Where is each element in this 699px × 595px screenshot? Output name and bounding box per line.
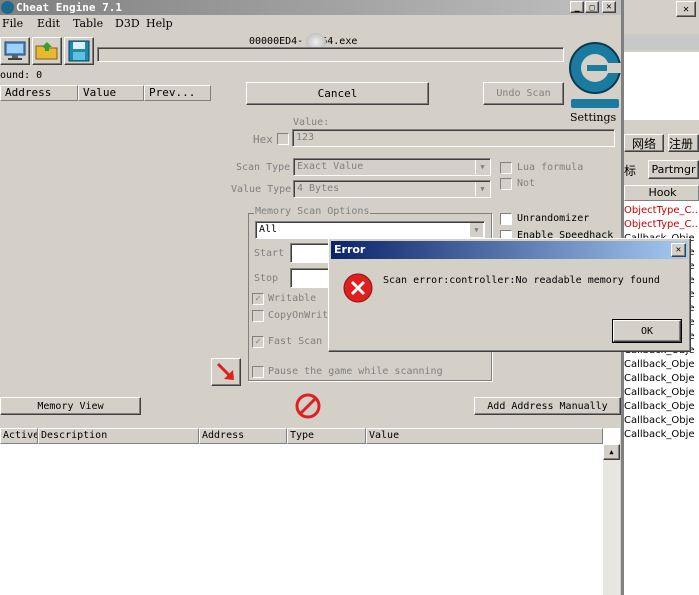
open-process-button[interactable] [0, 37, 30, 65]
col-address-bottom[interactable]: Address [199, 428, 287, 444]
unrandomizer-label: Unrandomizer [517, 213, 590, 224]
menu-bar: File Edit Table D3D Help [0, 16, 620, 32]
minimize-button[interactable]: ▁ [570, 1, 584, 13]
title-bar: Cheat Engine 7.1 ▁ □ ✕ [0, 0, 624, 15]
save-button[interactable] [64, 37, 94, 65]
col-hook[interactable]: Hook [624, 185, 699, 201]
col-previous[interactable]: Prev... [144, 85, 211, 101]
hook-row[interactable]: Callback_Obje [624, 373, 695, 387]
hex-label: Hex [253, 133, 273, 146]
bg-toolbar-strip [624, 34, 699, 50]
writable-checkbox[interactable]: ✓ [252, 293, 264, 305]
maximize-button[interactable]: □ [585, 1, 599, 13]
value-type-label: Value Type [231, 184, 292, 195]
writable-label: Writable [268, 293, 317, 304]
app-icon [1, 1, 14, 14]
col-type[interactable]: Type [287, 428, 366, 444]
menu-file[interactable]: File [2, 17, 23, 30]
error-dialog: Error ✕ Scan error:controller:No readabl… [328, 238, 691, 352]
lua-formula-label: Lua formula [517, 162, 584, 173]
copyonwrite-checkbox[interactable] [252, 310, 264, 322]
computer-icon [4, 41, 26, 60]
tab-registry[interactable]: 注册 [668, 134, 699, 152]
hook-row[interactable]: Callback_Obje [624, 387, 695, 401]
chevron-down-icon: ▼ [469, 223, 483, 237]
red-arrow-icon [216, 362, 234, 380]
value-input[interactable]: 123 [292, 129, 615, 147]
value-input-text: 123 [296, 132, 315, 143]
stop-icon[interactable] [294, 392, 322, 420]
fast-scan-checkbox[interactable]: ✓ [252, 336, 264, 348]
scroll-up-button[interactable]: ▲ [603, 444, 620, 460]
bg-close-button[interactable]: ✕ [676, 1, 696, 17]
value-type-value: 4 Bytes [297, 183, 340, 194]
col-value[interactable]: Value [78, 85, 144, 101]
copyonwrite-label: CopyOnWrit [268, 310, 329, 321]
start-label: Start [254, 248, 285, 259]
error-dialog-titlebar: Error ✕ [331, 241, 688, 259]
error-dialog-title: Error [334, 243, 366, 256]
menu-table[interactable]: Table [73, 17, 103, 30]
memory-view-button[interactable]: Memory View [0, 397, 141, 415]
cheat-table-list[interactable]: Active Description Address Type Value ▲ [0, 428, 620, 595]
col-address[interactable]: Address [0, 85, 78, 101]
floppy-disk-icon [68, 40, 90, 62]
memory-scan-options-label: Memory Scan Options [254, 206, 371, 217]
chevron-down-icon: ▼ [475, 160, 489, 174]
memory-region-value: All [259, 224, 278, 235]
not-checkbox[interactable] [500, 178, 512, 190]
add-address-manually-button[interactable]: Add Address Manually [474, 397, 621, 415]
scan-results-list[interactable]: Address Value Prev... [0, 85, 211, 386]
add-to-list-button[interactable] [211, 358, 241, 386]
window-title: Cheat Engine 7.1 [16, 1, 122, 14]
hex-checkbox[interactable] [277, 133, 289, 145]
scan-type-select[interactable]: Exact Value ▼ [293, 158, 491, 176]
value-label: Value: [293, 117, 330, 128]
open-file-button[interactable] [32, 37, 62, 65]
memory-region-select[interactable]: All ▼ [255, 221, 485, 239]
found-count: ound: 0 [0, 70, 43, 81]
cheat-engine-logo[interactable] [567, 33, 623, 111]
unrandomizer-checkbox[interactable] [500, 213, 512, 225]
chevron-down-icon: ▼ [475, 182, 489, 196]
cancel-button[interactable]: Cancel [246, 82, 429, 105]
tab-network[interactable]: 网络 [624, 134, 664, 152]
ok-button[interactable]: OK [612, 319, 682, 343]
cheat-engine-logo-icon [569, 42, 621, 108]
tab-partmgr[interactable]: Partmgr [648, 160, 699, 179]
hook-row[interactable]: ObjectType_C... [624, 219, 699, 233]
col-description[interactable]: Description [38, 428, 199, 444]
scan-type-label: Scan Type [236, 162, 291, 173]
process-name: 00000ED4- _x64.exe [249, 36, 358, 47]
menu-help[interactable]: Help [146, 17, 173, 30]
close-button[interactable]: ✕ [602, 1, 616, 13]
stop-label: Stop [254, 273, 279, 284]
vertical-scrollbar[interactable]: ▲ [603, 444, 620, 595]
error-dialog-close-button[interactable]: ✕ [671, 243, 686, 257]
fast-scan-label: Fast Scan [268, 336, 323, 347]
not-label: Not [517, 178, 536, 189]
pause-game-label: Pause the game while scanning [268, 366, 443, 377]
folder-open-icon [35, 42, 58, 60]
settings-link[interactable]: Settings [570, 111, 616, 124]
menu-d3d[interactable]: D3D [115, 17, 140, 30]
hook-row[interactable]: Callback_Obje [624, 415, 695, 429]
col-value-bottom[interactable]: Value [366, 428, 603, 444]
undo-scan-button[interactable]: Undo Scan [483, 82, 564, 105]
hook-row[interactable]: Callback_Obje [624, 429, 695, 443]
hook-row[interactable]: Callback_Obje [624, 359, 695, 373]
col-active[interactable]: Active [0, 428, 38, 444]
bg-white-panel [624, 52, 699, 120]
error-message: Scan error:controller:No readable memory… [383, 275, 660, 286]
tab-icon-partial[interactable]: 标 [624, 162, 636, 179]
hook-row[interactable]: ObjectType_C... [624, 205, 699, 219]
error-icon [343, 273, 373, 303]
value-type-select[interactable]: 4 Bytes ▼ [293, 180, 491, 198]
scan-progress-bar [97, 47, 564, 62]
hook-row[interactable]: Callback_Obje [624, 401, 695, 415]
menu-edit[interactable]: Edit [37, 17, 60, 30]
lua-formula-checkbox[interactable] [500, 162, 512, 174]
scan-type-value: Exact Value [297, 161, 364, 172]
pause-game-checkbox[interactable] [252, 366, 264, 378]
